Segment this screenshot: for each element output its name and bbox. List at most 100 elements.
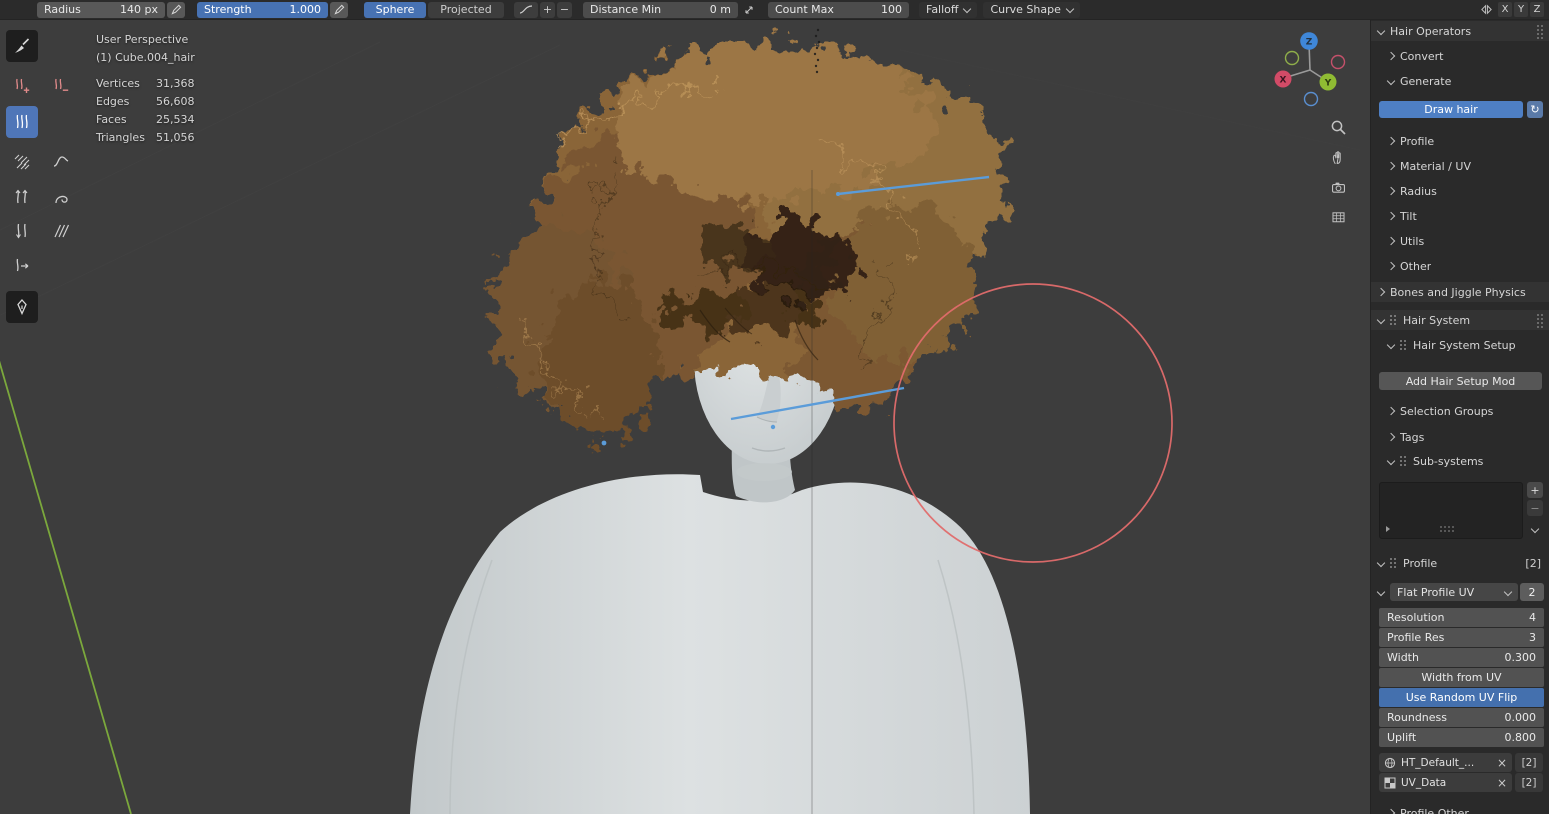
- add-point-button[interactable]: +: [540, 1, 555, 18]
- chevron-down-icon: [1503, 587, 1513, 597]
- panel-section-profile-subpanel[interactable]: Profile [2]: [1371, 553, 1549, 573]
- radius-value: 140 px: [120, 3, 158, 16]
- panel-section-profile[interactable]: Profile: [1371, 131, 1549, 151]
- tool-curl[interactable]: [45, 181, 77, 213]
- viewport-info-overlay: User Perspective (1) Cube.004_hair Verti…: [96, 31, 195, 147]
- axis-minus-z-handle[interactable]: [1303, 91, 1319, 107]
- curve-falloff-button[interactable]: [514, 1, 538, 18]
- mirror-z-toggle[interactable]: Z: [1530, 2, 1544, 17]
- panel-section-selection-groups[interactable]: Selection Groups: [1371, 401, 1549, 421]
- radius-slider[interactable]: Radius 140 px: [37, 1, 165, 18]
- unlink-button[interactable]: ×: [1497, 757, 1507, 769]
- uplift-field[interactable]: Uplift 0.800: [1379, 728, 1544, 747]
- chevron-right-icon: [1386, 186, 1396, 196]
- measure-icon[interactable]: [740, 2, 758, 18]
- panel-section-other[interactable]: Other: [1371, 256, 1549, 276]
- datablock-uv-data: UV_Data × [2]: [1379, 773, 1543, 792]
- drag-grip-icon[interactable]: [1400, 339, 1407, 351]
- tool-annotate[interactable]: [6, 291, 38, 323]
- panel-grip-icon[interactable]: [1537, 313, 1544, 327]
- width-field[interactable]: Width 0.300: [1379, 648, 1544, 667]
- mirror-y-toggle[interactable]: Y: [1514, 2, 1528, 17]
- list-remove-button[interactable]: −: [1527, 500, 1543, 516]
- puff-icon: [15, 189, 28, 204]
- draw-hair-button[interactable]: Draw hair: [1379, 101, 1523, 118]
- tool-comb[interactable]: [6, 106, 38, 138]
- falloff-projected-button[interactable]: Projected: [428, 1, 504, 18]
- add-hair-setup-mod-button[interactable]: Add Hair Setup Mod: [1379, 372, 1542, 390]
- user-count-button[interactable]: [2]: [1515, 773, 1543, 792]
- profile-type-dropdown[interactable]: Flat Profile UV: [1390, 583, 1518, 601]
- panel-grip-icon[interactable]: [1537, 24, 1544, 38]
- falloff-sphere-button[interactable]: Sphere: [364, 1, 426, 18]
- zoom-control[interactable]: [1327, 116, 1349, 138]
- slide-icon: [54, 224, 70, 238]
- panel-section-material-uv[interactable]: Material / UV: [1371, 156, 1549, 176]
- panel-section-utils[interactable]: Utils: [1371, 231, 1549, 251]
- uv-map-selector[interactable]: UV_Data ×: [1379, 773, 1512, 792]
- profile-count-field[interactable]: 2: [1520, 583, 1544, 601]
- panel-section-bones-jiggle[interactable]: Bones and Jiggle Physics: [1371, 282, 1549, 302]
- tool-puff[interactable]: [6, 181, 38, 213]
- strength-slider[interactable]: Strength 1.000: [197, 1, 328, 18]
- profile-res-field[interactable]: Profile Res 3: [1379, 628, 1544, 647]
- list-add-button[interactable]: +: [1527, 482, 1543, 498]
- viewport-3d[interactable]: User Perspective (1) Cube.004_hair Verti…: [0, 20, 1370, 814]
- mirror-x-toggle[interactable]: X: [1498, 2, 1512, 17]
- tool-hair-remove[interactable]: [45, 70, 77, 102]
- panel-section-sub-systems[interactable]: Sub-systems: [1371, 451, 1549, 471]
- panel-section-convert[interactable]: Convert: [1371, 46, 1549, 66]
- mirror-icon[interactable]: [1476, 2, 1496, 18]
- panel-section-profile-other[interactable]: Profile Other: [1371, 803, 1549, 814]
- panel-section-hair-system[interactable]: Hair System: [1371, 310, 1549, 330]
- chevron-right-icon: [1386, 136, 1396, 146]
- drag-grip-icon[interactable]: [1390, 314, 1397, 326]
- panel-section-tags[interactable]: Tags: [1371, 427, 1549, 447]
- count-max-field[interactable]: Count Max 100: [768, 1, 909, 18]
- panel-section-tilt[interactable]: Tilt: [1371, 206, 1549, 226]
- navigation-gizmo[interactable]: Z X Y: [1265, 25, 1355, 115]
- chevron-down-icon[interactable]: [1376, 587, 1386, 597]
- viewport-canvas[interactable]: [0, 20, 1370, 814]
- list-filter-toggle[interactable]: [1386, 526, 1390, 532]
- axis-minus-y-handle[interactable]: [1284, 50, 1300, 66]
- tool-add-guides[interactable]: [6, 250, 38, 282]
- tool-brush[interactable]: [6, 30, 38, 62]
- panel-section-generate[interactable]: Generate: [1371, 71, 1549, 91]
- material-selector[interactable]: HT_Default_... ×: [1379, 753, 1512, 772]
- refresh-button[interactable]: ↻: [1527, 101, 1543, 118]
- resize-grip-icon[interactable]: [1441, 526, 1454, 533]
- scene-statistics: Vertices 31,368 Edges 56,608 Faces 25,534 T…: [96, 77, 195, 144]
- ortho-toggle-control[interactable]: [1327, 206, 1349, 228]
- resolution-field[interactable]: Resolution 4: [1379, 608, 1544, 627]
- falloff-dropdown[interactable]: Falloff: [919, 1, 978, 18]
- tool-smooth[interactable]: [6, 146, 38, 178]
- radius-pressure-icon[interactable]: [167, 1, 185, 18]
- user-count-button[interactable]: [2]: [1515, 753, 1543, 772]
- use-random-uv-flip-toggle[interactable]: Use Random UV Flip: [1379, 688, 1544, 707]
- camera-view-control[interactable]: [1327, 176, 1349, 198]
- unlink-button[interactable]: ×: [1497, 777, 1507, 789]
- panel-section-hair-system-setup[interactable]: Hair System Setup: [1371, 335, 1549, 355]
- panel-section-hair-operators[interactable]: Hair Operators: [1371, 21, 1549, 41]
- drag-grip-icon[interactable]: [1390, 557, 1397, 569]
- tool-hair-add[interactable]: [6, 70, 38, 102]
- pan-control[interactable]: [1327, 146, 1349, 168]
- width-from-uv-toggle[interactable]: Width from UV: [1379, 668, 1544, 687]
- panel-section-radius[interactable]: Radius: [1371, 181, 1549, 201]
- strength-label: Strength: [204, 3, 252, 16]
- tool-length[interactable]: [6, 215, 38, 247]
- list-menu-button[interactable]: [1527, 523, 1543, 537]
- tool-wave[interactable]: [45, 146, 77, 178]
- subsystems-list[interactable]: [1379, 482, 1523, 539]
- distance-min-field[interactable]: Distance Min 0 m: [583, 1, 738, 18]
- drag-grip-icon[interactable]: [1400, 455, 1407, 467]
- strength-pressure-icon[interactable]: [330, 1, 348, 18]
- remove-point-button[interactable]: −: [557, 1, 572, 18]
- grid-icon: [1331, 211, 1345, 222]
- chevron-down-icon: [1386, 340, 1396, 350]
- tool-slide[interactable]: [45, 215, 77, 247]
- roundness-field[interactable]: Roundness 0.000: [1379, 708, 1544, 727]
- axis-minus-x-handle[interactable]: [1330, 54, 1346, 70]
- curve-shape-dropdown[interactable]: Curve Shape: [983, 1, 1080, 18]
